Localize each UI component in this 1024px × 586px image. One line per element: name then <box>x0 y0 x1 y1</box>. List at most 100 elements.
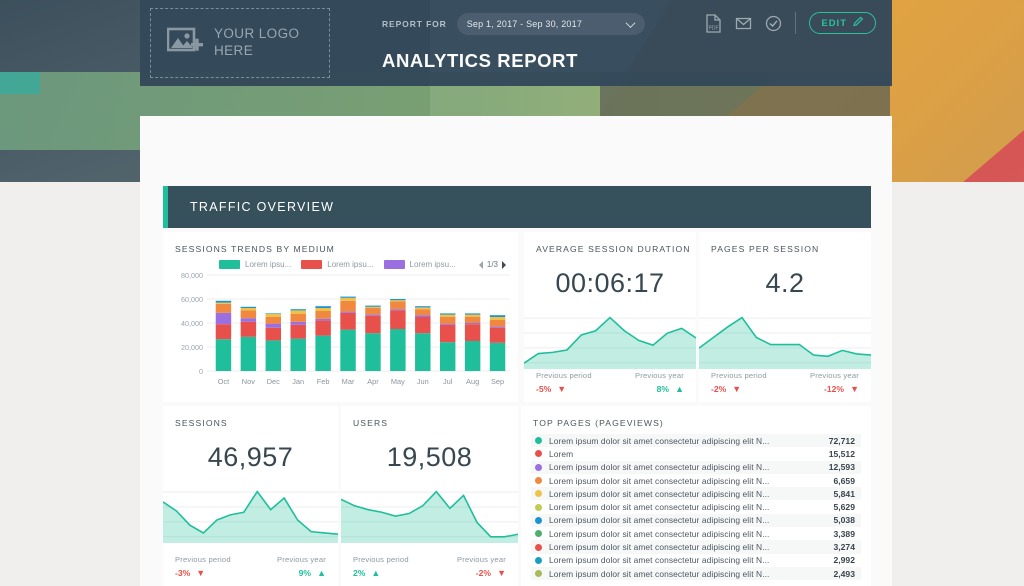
logo-placeholder-text: YOUR LOGO HERE <box>214 26 299 60</box>
sparkline-users <box>341 481 518 543</box>
series-color-dot-icon <box>535 570 542 577</box>
card-title-users: USERS <box>341 406 518 428</box>
comparison-value-group: -12% ▼ <box>824 384 859 394</box>
card-sessions-trends: SESSIONS TRENDS BY MEDIUM Lorem ipsu... … <box>163 232 518 402</box>
card-title-duration: AVERAGE SESSION DURATION <box>524 232 696 254</box>
date-range-value: Sep 1, 2017 - Sep 30, 2017 <box>467 19 582 29</box>
comparison-label: Previous period <box>536 371 592 380</box>
svg-text:0: 0 <box>199 367 203 376</box>
comparison-label: Previous period <box>353 555 409 564</box>
table-row[interactable]: Lorem ipsum dolor sit amet consectetur a… <box>531 540 861 553</box>
page-name: Lorem ipsum dolor sit amet consectetur a… <box>549 529 833 539</box>
comparison-value: -2% <box>476 568 491 578</box>
header-right: REPORT FOR Sep 1, 2017 - Sep 30, 2017 PD… <box>330 0 892 86</box>
check-circle-icon[interactable] <box>765 14 782 33</box>
pdf-file-icon[interactable]: PDF <box>705 14 722 33</box>
comparison-label: Previous year <box>635 371 684 380</box>
page-pageviews-value: 2,493 <box>833 569 861 579</box>
svg-text:40,000: 40,000 <box>181 319 203 328</box>
edit-button[interactable]: EDIT <box>809 12 876 34</box>
legend-swatch-icon <box>384 260 405 269</box>
table-row[interactable]: Lorem ipsum dolor sit amet consectetur a… <box>531 487 861 500</box>
table-row[interactable]: Lorem ipsum dolor sit amet consectetur a… <box>531 567 861 580</box>
page-name: Lorem ipsum dolor sit amet consectetur a… <box>549 569 833 579</box>
card-sessions: SESSIONS 46,957 Previous period -3% ▼ Pr… <box>163 406 338 586</box>
page-name: Lorem ipsum dolor sit amet consectetur a… <box>549 436 829 446</box>
legend-item[interactable]: Lorem ipsu... <box>301 260 373 269</box>
table-row[interactable]: Lorem15,512 <box>531 447 861 460</box>
edit-button-label: EDIT <box>821 18 847 29</box>
comparison-previous-period: Previous period 2% ▲ <box>353 555 409 578</box>
card-title-top-pages: TOP PAGES (PAGEVIEWS) <box>521 406 871 428</box>
table-row[interactable]: Lorem ipsum dolor sit amet consectetur a… <box>531 434 861 447</box>
date-range-select[interactable]: Sep 1, 2017 - Sep 30, 2017 <box>457 13 645 35</box>
sparkline-duration <box>524 307 696 369</box>
arrow-down-icon: ▼ <box>850 385 859 394</box>
card-title-sessions: SESSIONS <box>163 406 338 428</box>
svg-text:PDF: PDF <box>709 25 719 31</box>
table-row[interactable]: Lorem ipsum dolor sit amet consectetur a… <box>531 514 861 527</box>
page-pageviews-value: 12,593 <box>829 462 861 472</box>
comparison-label: Previous period <box>711 371 767 380</box>
comparison-value: -12% <box>824 384 844 394</box>
series-color-dot-icon <box>535 557 542 564</box>
page-pageviews-value: 72,712 <box>829 436 861 446</box>
svg-text:Jan: Jan <box>292 377 304 386</box>
comparison-value: -3% <box>175 568 190 578</box>
table-row[interactable]: Lorem ipsum dolor sit amet consectetur a… <box>531 527 861 540</box>
svg-text:60,000: 60,000 <box>181 295 203 304</box>
comparison-previous-year: Previous year 8% ▲ <box>635 371 684 394</box>
table-row[interactable]: Lorem ipsum dolor sit amet consectetur a… <box>531 554 861 567</box>
sparkline-pages-per-session <box>699 307 871 369</box>
page-name: Lorem ipsum dolor sit amet consectetur a… <box>549 542 833 552</box>
page-pageviews-value: 3,389 <box>833 529 861 539</box>
envelope-icon[interactable] <box>735 14 752 33</box>
table-row[interactable]: Lorem ipsum dolor sit amet consectetur a… <box>531 461 861 474</box>
legend-item[interactable]: Lorem ipsu... <box>384 260 456 269</box>
page-pageviews-value: 5,629 <box>833 502 861 512</box>
card-top-pages: TOP PAGES (PAGEVIEWS) Lorem ipsum dolor … <box>521 406 871 586</box>
comparison-previous-year: Previous year -12% ▼ <box>810 371 859 394</box>
table-row[interactable]: Lorem ipsum dolor sit amet consectetur a… <box>531 500 861 513</box>
svg-text:20,000: 20,000 <box>181 343 203 352</box>
metric-value-users: 19,508 <box>341 428 518 473</box>
legend-next-icon[interactable] <box>502 261 510 269</box>
card-average-session-duration: AVERAGE SESSION DURATION 00:06:17 Previo… <box>521 232 696 402</box>
report-for-row: REPORT FOR Sep 1, 2017 - Sep 30, 2017 <box>382 13 645 35</box>
comparison-pages-per-session: Previous period -2% ▼ Previous year -12%… <box>699 371 871 394</box>
svg-text:Jun: Jun <box>417 377 429 386</box>
legend-prev-icon[interactable] <box>475 261 483 269</box>
comparison-value-group: 8% ▲ <box>657 384 684 394</box>
image-plus-icon <box>167 27 205 59</box>
legend-item[interactable]: Lorem ipsu... <box>219 260 291 269</box>
svg-text:80,000: 80,000 <box>181 271 203 280</box>
series-color-dot-icon <box>535 544 542 551</box>
page-name: Lorem ipsum dolor sit amet consectetur a… <box>549 555 833 565</box>
comparison-value: 9% <box>299 568 311 578</box>
comparison-value: 8% <box>657 384 669 394</box>
comparison-value-group: -2% ▼ <box>711 384 767 394</box>
svg-text:Apr: Apr <box>367 377 379 386</box>
page-pageviews-value: 15,512 <box>829 449 861 459</box>
comparison-label: Previous period <box>175 555 231 564</box>
logo-placeholder[interactable]: YOUR LOGO HERE <box>150 8 330 78</box>
page-pageviews-value: 2,992 <box>833 555 861 565</box>
metric-value-pages-per-session: 4.2 <box>699 254 871 299</box>
card-users: USERS 19,508 Previous period 2% ▲ Previo… <box>341 406 518 586</box>
legend-swatch-icon <box>219 260 240 269</box>
comparison-value: -2% <box>711 384 726 394</box>
series-color-dot-icon <box>535 437 542 444</box>
page-title: ANALYTICS REPORT <box>382 50 578 72</box>
table-row[interactable]: Lorem ipsum dolor sit amet consectetur a… <box>531 474 861 487</box>
comparison-value-group: 2% ▲ <box>353 568 409 578</box>
page-name: Lorem ipsum dolor sit amet consectetur a… <box>549 515 833 525</box>
metric-value-sessions: 46,957 <box>163 428 338 473</box>
comparison-value: 2% <box>353 568 365 578</box>
svg-text:Oct: Oct <box>218 377 230 386</box>
comparison-label: Previous year <box>457 555 506 564</box>
svg-text:Sep: Sep <box>491 377 504 386</box>
arrow-down-icon: ▼ <box>732 385 741 394</box>
legend-label: Lorem ipsu... <box>410 260 456 269</box>
comparison-previous-period: Previous period -5% ▼ <box>536 371 592 394</box>
comparison-previous-year: Previous year 9% ▲ <box>277 555 326 578</box>
